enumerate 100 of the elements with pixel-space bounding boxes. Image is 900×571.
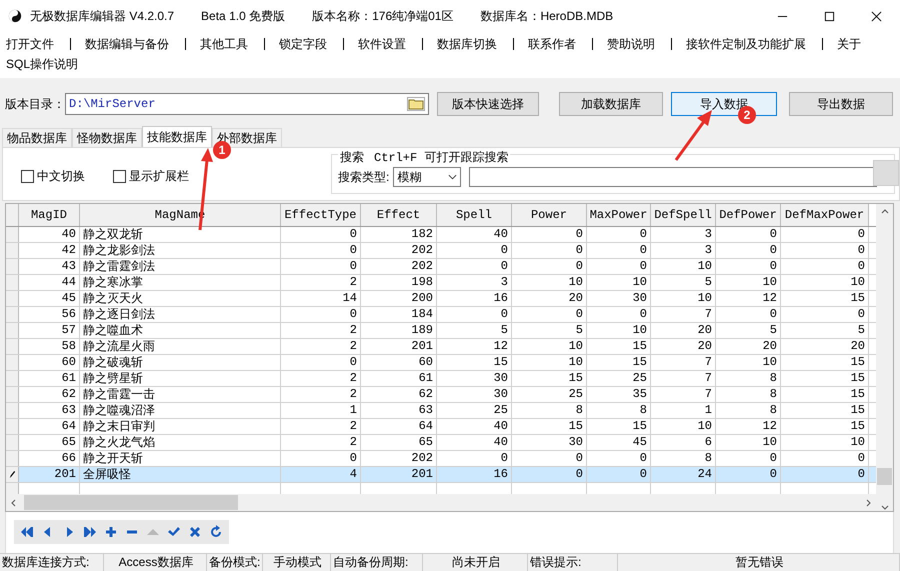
table-cell: 0 — [437, 307, 512, 322]
window-title: 无极数据库编辑器 V4.2.0.7 — [30, 8, 174, 24]
folder-icon[interactable] — [407, 97, 425, 111]
navigator-icon[interactable] — [19, 524, 35, 540]
table-cell: 30 — [512, 435, 587, 450]
column-header[interactable]: MaxPower — [587, 204, 651, 226]
table-cell: 10 — [512, 339, 587, 354]
column-header[interactable]: DefMaxPower — [781, 204, 869, 226]
column-header[interactable]: Spell — [437, 204, 512, 226]
table-cell: 6 — [651, 435, 716, 450]
menu-item[interactable]: 锁定字段 — [279, 38, 344, 50]
menu-item[interactable]: 接软件定制及功能扩展 — [686, 38, 823, 50]
table-cell: 0 — [781, 451, 869, 466]
table-cell: 静之雷霆剑法 — [80, 259, 281, 274]
table-cell: 0 — [281, 243, 361, 258]
menu-item[interactable]: 打开文件 — [6, 38, 71, 50]
column-header[interactable]: Power — [512, 204, 587, 226]
table-cell: 0 — [281, 227, 361, 242]
toolbar-button[interactable]: 加载数据库 — [559, 92, 663, 116]
table-cell: 40 — [437, 419, 512, 434]
table-cell: 10 — [716, 435, 781, 450]
table-cell: 0 — [512, 243, 587, 258]
menu-item[interactable]: 联系作者 — [528, 38, 593, 50]
table-cell: 30 — [437, 371, 512, 386]
toolbar-button[interactable]: 导出数据 — [789, 92, 893, 116]
table-cell: 12 — [716, 291, 781, 306]
table-cell: 0 — [512, 259, 587, 274]
row-header-cell[interactable] — [6, 291, 19, 306]
table-cell: 5 — [651, 275, 716, 290]
table-cell: 2 — [281, 323, 361, 338]
table-cell: 201 — [361, 339, 437, 354]
table-cell: 44 — [19, 275, 80, 290]
column-header[interactable]: Effect — [361, 204, 437, 226]
status-text: 手动模式 — [263, 554, 331, 571]
status-text: 错误提示: — [528, 554, 618, 571]
table-cell: 8 — [587, 403, 651, 418]
table-cell: 0 — [587, 227, 651, 242]
search-field[interactable] — [469, 167, 878, 187]
table-cell: 0 — [281, 451, 361, 466]
horizontal-scrollbar[interactable] — [6, 494, 876, 511]
scrollbar-thumb[interactable] — [877, 468, 892, 485]
menu-item[interactable]: 数据库切换 — [437, 38, 514, 50]
menu-item[interactable]: 数据编辑与备份 — [85, 38, 186, 50]
menu-item[interactable]: SQL操作说明 — [6, 54, 94, 74]
checkbox[interactable] — [113, 170, 126, 183]
row-header-cell[interactable] — [6, 451, 19, 466]
table-cell: 60 — [361, 355, 437, 370]
search-type-label: 搜索类型: — [338, 168, 390, 186]
toolbar-button[interactable]: 版本快速选择 — [437, 92, 539, 116]
row-header-cell[interactable] — [6, 355, 19, 370]
path-label: 版本目录： — [5, 96, 65, 112]
menu-item[interactable]: 赞助说明 — [607, 38, 672, 50]
table-cell: 0 — [716, 259, 781, 274]
row-header-cell[interactable] — [6, 275, 19, 290]
row-header-cell[interactable] — [6, 339, 19, 354]
column-header[interactable]: EffectType — [281, 204, 361, 226]
column-header[interactable]: MagID — [19, 204, 80, 226]
row-header-cell[interactable] — [6, 467, 19, 482]
row-header-cell[interactable] — [6, 403, 19, 418]
row-header-cell[interactable] — [6, 243, 19, 258]
tab[interactable]: 怪物数据库 — [72, 128, 142, 147]
row-header-cell[interactable] — [6, 387, 19, 402]
table-cell: 20 — [651, 339, 716, 354]
row-header-cell[interactable] — [6, 259, 19, 274]
path-field[interactable]: D:\MirServer — [65, 93, 429, 115]
table-cell: 10 — [651, 259, 716, 274]
row-header-cell[interactable] — [6, 307, 19, 322]
column-header[interactable]: DefSpell — [651, 204, 716, 226]
table-cell: 15 — [781, 403, 869, 418]
menu-item[interactable]: 其他工具 — [200, 38, 265, 50]
table-cell: 15 — [781, 371, 869, 386]
menu-item[interactable]: 软件设置 — [358, 38, 423, 50]
status-text: 数据库连接方式: — [0, 554, 104, 571]
table-cell: 182 — [361, 227, 437, 242]
search-type-dropdown[interactable]: 模糊 — [393, 167, 462, 187]
scrollbar-thumb[interactable] — [24, 495, 238, 510]
navigator-icon[interactable] — [208, 524, 224, 540]
navigator-icon[interactable] — [82, 524, 98, 540]
menu-item[interactable]: 关于 — [837, 34, 877, 54]
vertical-scrollbar[interactable] — [876, 204, 893, 511]
tab[interactable]: 技能数据库 — [142, 126, 212, 147]
table-cell: 静之开天斩 — [80, 451, 281, 466]
table-cell: 2 — [281, 339, 361, 354]
row-header-cell[interactable] — [6, 371, 19, 386]
table-cell: 0 — [281, 355, 361, 370]
search-button[interactable] — [873, 160, 899, 186]
table-cell: 静之逐日剑法 — [80, 307, 281, 322]
row-header-cell[interactable] — [6, 435, 19, 450]
table-cell: 15 — [587, 355, 651, 370]
row-header-cell[interactable] — [6, 227, 19, 242]
navigator-icon[interactable] — [103, 524, 119, 540]
checkbox[interactable] — [21, 170, 34, 183]
column-header[interactable]: DefPower — [716, 204, 781, 226]
table-cell: 0 — [781, 227, 869, 242]
row-header-cell[interactable] — [6, 323, 19, 338]
table-cell: 20 — [716, 339, 781, 354]
tab[interactable]: 物品数据库 — [2, 128, 72, 147]
table-cell: 0 — [716, 227, 781, 242]
row-header-cell[interactable] — [6, 419, 19, 434]
table-cell: 202 — [361, 259, 437, 274]
